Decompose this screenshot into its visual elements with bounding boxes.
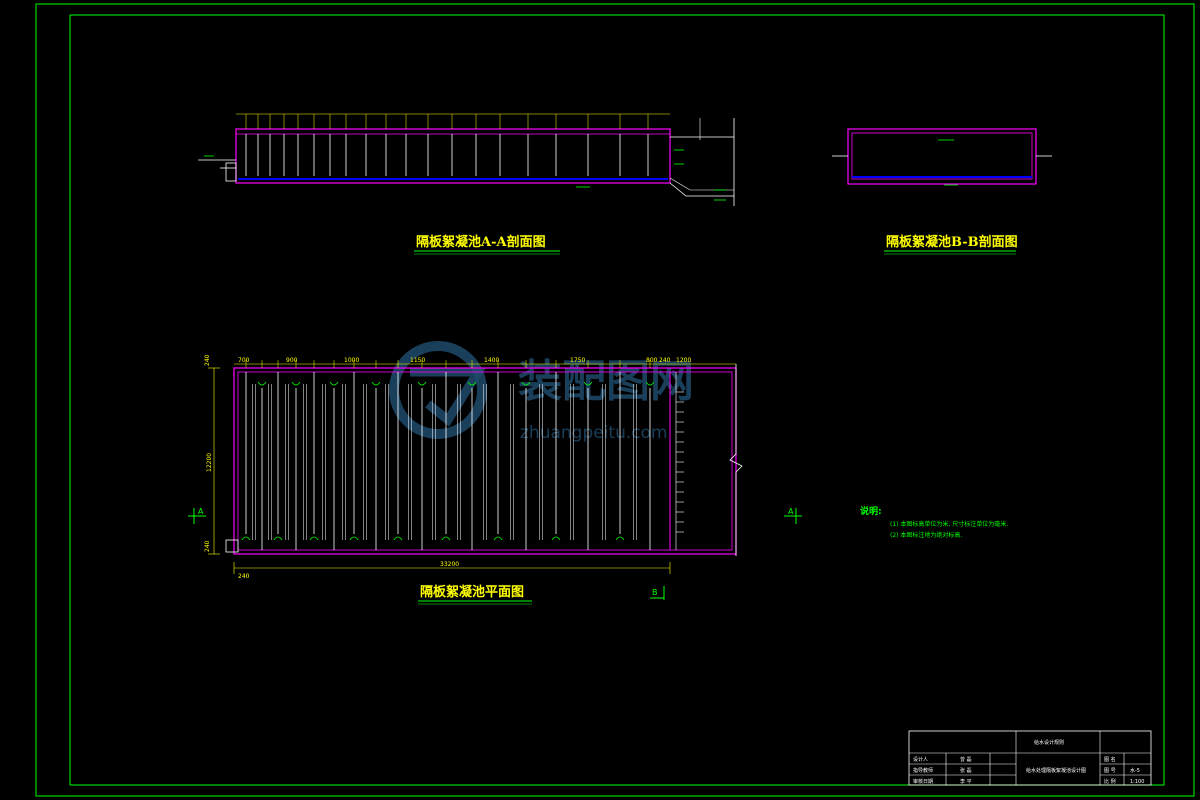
dim-top-1: 700 <box>238 357 250 364</box>
watermark-sub: zhuangpeitu.com <box>520 423 668 443</box>
dim-height-overall: 12200 <box>206 453 213 472</box>
aa-top-dimension-ticks <box>236 113 670 129</box>
plan-flow-arrow <box>291 381 301 386</box>
tb-row3-value: 李 平 <box>960 778 972 785</box>
plan-flow-arrow <box>349 536 359 541</box>
plan-flow-arrow <box>393 536 403 541</box>
dim-top-5: 1400 <box>484 357 499 364</box>
aa-outlet-slope <box>669 182 734 197</box>
tb-row2-value: 张 磊 <box>960 767 972 774</box>
plan-flow-arrow <box>257 381 267 386</box>
tb-row3-label: 审核日期 <box>913 778 933 785</box>
dim-top-6: 1750 <box>570 357 585 364</box>
aa-baffles <box>245 134 649 176</box>
title-plan: 隔板絮凝池平面图 <box>420 584 524 600</box>
section-bb: 隔板絮凝池B-B剖面图 <box>832 128 1052 255</box>
plan-flow-arrow <box>551 536 561 541</box>
plan-flow-arrow <box>417 381 427 386</box>
dim-top-8: 1200 <box>676 357 691 364</box>
dim-top-2: 900 <box>286 357 298 364</box>
tb-right2-label: 图 号 <box>1104 768 1116 774</box>
plan-flow-arrow <box>273 536 283 541</box>
aa-inlet-box <box>225 162 237 182</box>
section-a-right-label: A <box>788 507 794 516</box>
plan-view: 700 900 1000 1150 1400 1750 800 1200 240… <box>188 354 802 605</box>
tb-right2-value: 水-5 <box>1130 767 1140 774</box>
plan-flow-arrow <box>241 536 251 541</box>
dim-left-top: 240 <box>204 354 211 366</box>
plan-inlet-box <box>225 539 239 553</box>
bb-tank-outer <box>847 128 1037 185</box>
tb-row1-value: 曾 磊 <box>960 756 972 763</box>
tb-right1-label: 图 名 <box>1104 756 1116 763</box>
plan-flow-arrow <box>309 536 319 541</box>
dim-top-7: 800 <box>646 357 658 364</box>
dim-top-4: 1150 <box>410 357 425 364</box>
plan-flow-arrow <box>493 536 503 541</box>
aa-tank-outline <box>235 128 671 184</box>
plan-flow-arrow <box>371 381 381 386</box>
tb-org: 给水设计规则 <box>1034 739 1064 746</box>
aa-outlet-slope2 <box>669 177 734 191</box>
tb-right3-value: 1:100 <box>1130 779 1144 785</box>
notes-line-1: (1) 本图标高单位为米, 尺寸标注单位为毫米. <box>890 520 1008 528</box>
dim-top-9: 240 <box>659 357 671 364</box>
watermark-logo-arrow-icon <box>410 367 487 427</box>
section-b-bottom-label: B <box>652 588 658 597</box>
dim-left-bottom: 240 <box>204 540 211 552</box>
dim-width-overall: 33200 <box>440 561 459 568</box>
cad-drawing: 装配图网 zhuangpeitu.com 隔板絮凝池A-A剖面图 隔板絮凝池B-… <box>35 3 1195 797</box>
notes: 说明: (1) 本图标高单位为米, 尺寸标注单位为毫米. (2) 本图标注地为绝… <box>860 505 1008 539</box>
tb-row1-label: 设计人 <box>913 756 928 763</box>
dim-top-3: 1000 <box>344 357 359 364</box>
title-block: 给水设计规则 设计人 曾 磊 指导教师 张 磊 审核日期 李 平 给水处理隔板絮… <box>908 730 1152 786</box>
plan-outlet-orifices <box>676 391 684 533</box>
title-section-bb: 隔板絮凝池B-B剖面图 <box>886 234 1018 250</box>
section-aa: 隔板絮凝池A-A剖面图 <box>198 113 735 255</box>
notes-heading: 说明: <box>860 505 882 517</box>
plan-flow-arrow <box>615 536 625 541</box>
section-a-left-label: A <box>198 507 204 516</box>
tb-right3-label: 比 例 <box>1104 778 1116 785</box>
notes-line-2: (2) 本图标注地为绝对标高. <box>890 531 962 539</box>
title-section-aa: 隔板絮凝池A-A剖面图 <box>416 234 546 250</box>
plan-flow-arrow <box>441 536 451 541</box>
tb-row2-label: 指导教师 <box>913 767 933 774</box>
plan-flow-arrow <box>329 381 339 386</box>
tb-drawing-name: 给水处理隔板絮凝池设计图 <box>1026 767 1086 774</box>
dim-bottom-left: 240 <box>238 573 250 580</box>
